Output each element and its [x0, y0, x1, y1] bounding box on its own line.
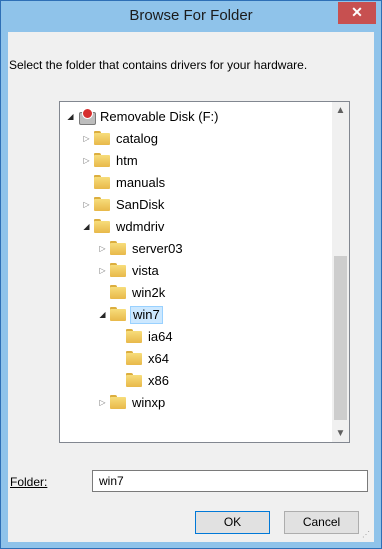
tree-item-label: x86	[148, 373, 169, 388]
tree-item-label: winxp	[132, 395, 166, 410]
close-button[interactable]: ✕	[338, 2, 376, 24]
tree-item-label: catalog	[116, 131, 158, 146]
folder-icon	[110, 307, 126, 321]
expand-arrow-icon[interactable]: ▷	[82, 199, 91, 210]
expand-arrow-icon[interactable]: ▷	[98, 243, 107, 254]
cancel-button[interactable]: Cancel	[284, 511, 359, 534]
folder-icon	[94, 197, 110, 211]
folder-icon	[126, 373, 142, 387]
tree-item-x64[interactable]: x64	[60, 348, 330, 370]
tree-item-win2k[interactable]: win2k	[60, 282, 330, 304]
resize-grip-icon[interactable]: ⋰	[362, 530, 372, 540]
tree-item-manuals[interactable]: manuals	[60, 172, 330, 194]
tree-item-label: x64	[148, 351, 169, 366]
tree-item-ia64[interactable]: ia64	[60, 326, 330, 348]
tree-item-server03[interactable]: ▷ server03	[60, 238, 330, 260]
ok-button[interactable]: OK	[195, 511, 270, 534]
window-frame-right	[374, 32, 381, 542]
tree-item-sandisk[interactable]: ▷ SanDisk	[60, 194, 330, 216]
no-expander	[114, 331, 123, 342]
tree-item-label: ia64	[148, 329, 173, 344]
tree-item-label: htm	[116, 153, 138, 168]
tree-item-label: server03	[132, 241, 183, 256]
scroll-up-icon[interactable]: ▲	[332, 102, 349, 119]
folder-tree[interactable]: ▲ ▼ ◢ Removable Disk (F:) ▷ catalog ▷ htm manu…	[59, 101, 350, 443]
folder-icon	[126, 351, 142, 365]
tree-item-htm[interactable]: ▷ htm	[60, 150, 330, 172]
folder-field-label: Folder:	[10, 475, 47, 489]
expand-arrow-icon[interactable]: ▷	[82, 133, 91, 144]
scrollbar-thumb[interactable]	[334, 256, 347, 420]
window-frame-left	[1, 32, 8, 542]
tree-item-label: wdmdriv	[116, 219, 165, 234]
tree-item-removable-disk-f[interactable]: ◢ Removable Disk (F:)	[60, 106, 330, 128]
scroll-down-icon[interactable]: ▼	[332, 425, 349, 442]
tree-item-winxp[interactable]: ▷ winxp	[60, 392, 330, 414]
tree-item-label: Removable Disk (F:)	[100, 109, 219, 124]
tree-item-vista[interactable]: ▷ vista	[60, 260, 330, 282]
title-bar[interactable]: Browse For Folder ✕	[1, 1, 381, 32]
folder-icon	[110, 263, 126, 277]
folder-input[interactable]	[92, 470, 368, 492]
folder-icon	[94, 175, 110, 189]
tree-item-label: win2k	[132, 285, 166, 300]
folder-icon	[94, 219, 110, 233]
tree-item-label: win7	[130, 306, 163, 324]
collapse-arrow-icon[interactable]: ◢	[82, 221, 91, 232]
vertical-scrollbar[interactable]: ▲ ▼	[332, 102, 349, 442]
tree-item-win7[interactable]: ◢ win7	[60, 304, 330, 326]
folder-icon	[110, 285, 126, 299]
tree-item-wdmdriv[interactable]: ◢ wdmdriv	[60, 216, 330, 238]
tree-item-x86[interactable]: x86	[60, 370, 330, 392]
no-expander	[114, 353, 123, 364]
window-frame-bottom	[1, 541, 381, 548]
expand-arrow-icon[interactable]: ▷	[82, 155, 91, 166]
tree-item-catalog[interactable]: ▷ catalog	[60, 128, 330, 150]
collapse-arrow-icon[interactable]: ◢	[66, 111, 75, 122]
window-title: Browse For Folder	[129, 7, 253, 24]
no-expander	[98, 287, 107, 298]
instruction-text: Select the folder that contains drivers …	[9, 58, 308, 72]
folder-icon	[94, 153, 110, 167]
folder-icon	[110, 395, 126, 409]
folder-icon	[110, 241, 126, 255]
collapse-arrow-icon[interactable]: ◢	[98, 309, 107, 320]
tree-item-label: manuals	[116, 175, 166, 190]
no-expander	[114, 375, 123, 386]
no-expander	[82, 177, 91, 188]
expand-arrow-icon[interactable]: ▷	[98, 397, 107, 408]
tree-item-label: SanDisk	[116, 197, 165, 212]
close-icon: ✕	[351, 4, 363, 20]
browse-for-folder-dialog: Browse For Folder ✕ Select the folder th…	[0, 0, 382, 549]
expand-arrow-icon[interactable]: ▷	[98, 265, 107, 276]
folder-field-label-text: Folder:	[10, 475, 48, 489]
folder-icon	[126, 329, 142, 343]
removable-disk-icon	[78, 108, 96, 125]
dialog-body: Select the folder that contains drivers …	[8, 32, 374, 542]
tree-item-label: vista	[132, 263, 159, 278]
folder-icon	[94, 131, 110, 145]
